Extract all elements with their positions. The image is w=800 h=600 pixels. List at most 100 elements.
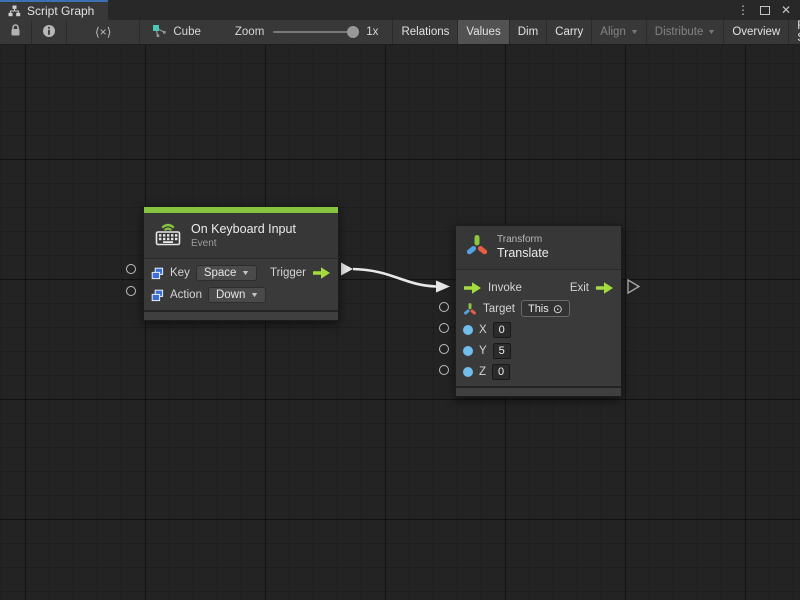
graph-canvas[interactable]: On Keyboard Input Event Key Space ▼ — [0, 45, 800, 600]
node-row-y: Y 5 — [456, 340, 621, 361]
distribute-button[interactable]: Distribute ▼ — [646, 20, 724, 44]
key-dropdown-value: Space — [204, 267, 237, 279]
transform-icon — [466, 233, 488, 262]
trigger-out-arrowhead — [341, 263, 353, 276]
node-footer — [456, 386, 621, 396]
zoom-level: 1x — [366, 26, 378, 38]
tab-script-graph[interactable]: Script Graph — [0, 0, 108, 20]
carry-label: Carry — [555, 26, 583, 38]
x-value-port[interactable] — [463, 325, 473, 335]
zoom-label: Zoom — [235, 26, 264, 38]
chevron-down-icon: ▼ — [250, 292, 259, 299]
inspect-button[interactable] — [32, 20, 67, 44]
chevron-down-icon: ▼ — [707, 29, 716, 36]
node-row-z: Z 0 — [456, 361, 621, 382]
z-value-port[interactable] — [463, 367, 473, 377]
node-title: On Keyboard Input — [191, 222, 296, 237]
values-button[interactable]: Values — [457, 20, 508, 44]
port-label-y: Y — [479, 345, 487, 357]
chevron-down-icon: ▼ — [630, 29, 639, 36]
chevron-down-icon: ▼ — [241, 270, 250, 277]
y-input-port[interactable] — [439, 344, 449, 354]
port-label-trigger: Trigger — [270, 267, 306, 279]
overview-label: Overview — [732, 26, 780, 38]
node-row-action: Action Down ▼ — [144, 284, 338, 306]
align-button[interactable]: Align ▼ — [591, 20, 646, 44]
key-input-port[interactable] — [126, 264, 136, 274]
toolbar-buttons: Relations Values Dim Carry Align ▼ Distr… — [392, 20, 800, 44]
graph-pointer-icon — [152, 24, 167, 41]
node-category: Transform — [497, 234, 549, 246]
relations-label: Relations — [401, 26, 449, 38]
script-graph-window: Script Graph ⋮ ✕ — [0, 0, 800, 600]
z-value-field[interactable]: 0 — [492, 364, 510, 380]
code-icon: ⟨×⟩ — [95, 25, 111, 39]
values-label: Values — [466, 26, 500, 38]
port-label-z: Z — [479, 366, 486, 378]
node-subtitle: Event — [191, 238, 296, 250]
enum-value-icon — [151, 289, 164, 302]
zoom-slider-handle[interactable] — [347, 26, 359, 38]
tab-bar: Script Graph ⋮ ✕ — [0, 0, 800, 20]
y-value-field[interactable]: 5 — [493, 343, 511, 359]
node-row-x: X 0 — [456, 319, 621, 340]
edit-script-button[interactable]: ⟨×⟩ — [67, 20, 140, 44]
port-label-key: Key — [170, 267, 190, 279]
action-input-port[interactable] — [126, 286, 136, 296]
target-value: This — [528, 303, 549, 315]
full-screen-button[interactable]: Full Screen — [788, 20, 800, 44]
more-menu-icon[interactable]: ⋮ — [737, 4, 749, 16]
graph-toolbar: ⟨×⟩ Cube Zoom 1x Relations — [0, 20, 800, 45]
node-row-key: Key Space ▼ Trigger — [144, 262, 338, 284]
overview-button[interactable]: Overview — [723, 20, 788, 44]
graph-owner[interactable]: Cube — [140, 20, 211, 44]
align-label: Align — [600, 26, 626, 38]
zoom-slider[interactable] — [273, 31, 357, 33]
lock-button[interactable] — [0, 20, 32, 44]
carry-button[interactable]: Carry — [546, 20, 591, 44]
exit-flow-port[interactable] — [595, 281, 614, 295]
node-header: On Keyboard Input Event — [144, 213, 338, 259]
window-controls: ⋮ ✕ — [737, 0, 800, 20]
node-header: Transform Translate — [456, 226, 621, 270]
x-input-port[interactable] — [439, 323, 449, 333]
graph-hierarchy-icon — [8, 5, 21, 17]
target-object-picker[interactable]: This ⊙ — [521, 300, 570, 317]
wire-path — [353, 269, 436, 287]
key-dropdown[interactable]: Space ▼ — [196, 265, 258, 281]
connection-wire — [0, 45, 800, 600]
port-label-invoke: Invoke — [488, 282, 522, 294]
invoke-flow-port[interactable] — [463, 281, 482, 295]
action-dropdown[interactable]: Down ▼ — [208, 287, 266, 303]
target-input-port[interactable] — [439, 302, 449, 312]
relations-button[interactable]: Relations — [392, 20, 457, 44]
trigger-flow-port[interactable] — [312, 266, 331, 280]
node-footer — [144, 310, 338, 320]
x-value-field[interactable]: 0 — [493, 322, 511, 338]
object-picker-icon: ⊙ — [553, 303, 563, 315]
port-label-target: Target — [483, 303, 515, 315]
port-label-exit: Exit — [570, 282, 589, 294]
close-icon[interactable]: ✕ — [781, 4, 791, 16]
node-title: Translate — [497, 246, 549, 261]
z-input-port[interactable] — [439, 365, 449, 375]
port-label-action: Action — [170, 289, 202, 301]
keyboard-event-icon — [154, 220, 182, 251]
maximize-icon[interactable] — [760, 6, 770, 15]
wire-end-arrowhead — [436, 281, 450, 293]
info-icon — [42, 24, 56, 41]
tab-label: Script Graph — [27, 4, 94, 18]
dim-button[interactable]: Dim — [509, 20, 546, 44]
graph-owner-label: Cube — [173, 26, 201, 38]
node-translate[interactable]: Transform Translate Invoke Exit — [455, 225, 622, 397]
node-on-keyboard-input[interactable]: On Keyboard Input Event Key Space ▼ — [143, 206, 339, 321]
y-value-port[interactable] — [463, 346, 473, 356]
exit-out-arrowhead-empty — [628, 280, 639, 293]
node-body: Invoke Exit — [456, 270, 621, 386]
node-row-flow: Invoke Exit — [456, 277, 621, 298]
node-body: Key Space ▼ Trigger — [144, 259, 338, 310]
node-row-target: Target This ⊙ — [456, 298, 621, 319]
port-label-x: X — [479, 324, 487, 336]
action-dropdown-value: Down — [216, 289, 245, 301]
distribute-label: Distribute — [655, 26, 704, 38]
